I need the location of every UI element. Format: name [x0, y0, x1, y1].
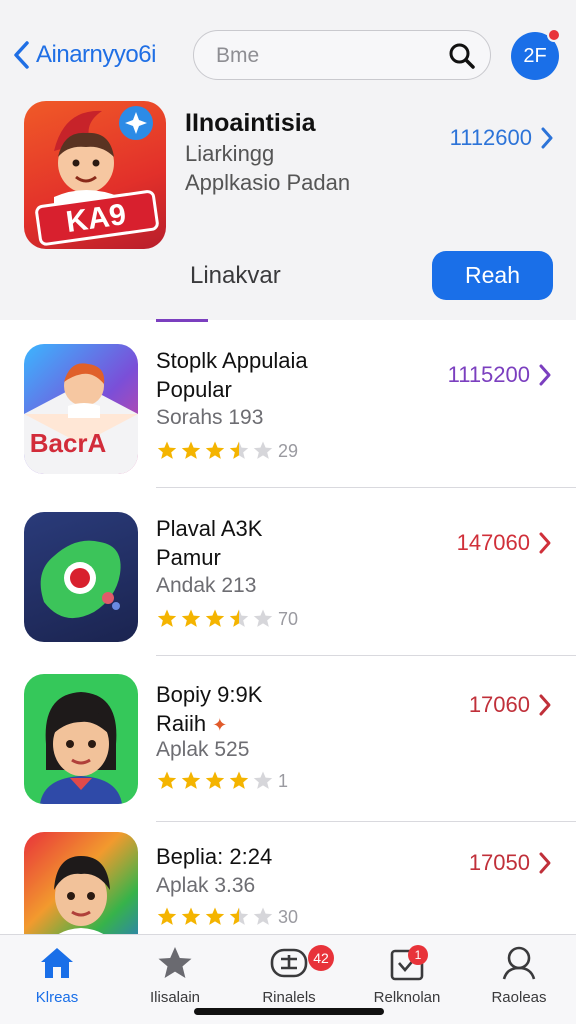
- home-indicator: [194, 1008, 384, 1015]
- back-button[interactable]: Ainarnyyo6i: [12, 40, 156, 70]
- profile-icon: [502, 946, 536, 980]
- app-name: Beplia: 2:24: [156, 844, 273, 869]
- search-placeholder: Bme: [216, 44, 260, 67]
- star-rating: 1: [156, 770, 288, 792]
- star-icon: [181, 907, 201, 925]
- rating-count: 29: [278, 440, 299, 461]
- search-icon: [449, 43, 475, 69]
- app-icon: BacrA: [24, 344, 138, 474]
- tab-label: Raoleas: [491, 989, 547, 1006]
- chevron-right-icon: [539, 694, 551, 716]
- home-icon: [41, 948, 73, 978]
- star-icon: [253, 441, 273, 459]
- tab-profile[interactable]: Raoleas: [464, 943, 574, 1006]
- list-item[interactable]: Beplia: 2:24 Aplak 3.36 30 17050: [0, 818, 576, 934]
- star-icon: [229, 441, 249, 459]
- star-icon: [205, 441, 225, 459]
- tab-label: Klreas: [35, 989, 79, 1006]
- tab-updates[interactable]: 42 Rinalels: [234, 943, 344, 1006]
- star-icon: [229, 609, 249, 627]
- price-value: 1115200: [447, 362, 530, 387]
- app-name: Stoplk Appulaia Popular: [156, 348, 308, 402]
- star-icon: [158, 947, 192, 978]
- star-icon: [205, 609, 225, 627]
- featured-app-category: Applkasio Padan: [185, 170, 351, 195]
- search-input[interactable]: Bme: [193, 30, 491, 80]
- app-icon: [24, 674, 138, 804]
- star-icon: [229, 771, 249, 789]
- app-price[interactable]: 147060: [457, 530, 552, 556]
- notification-dot: [547, 28, 561, 42]
- tab-label: Rinalels: [262, 989, 316, 1006]
- star-icon: [157, 907, 177, 925]
- price-value: 17050: [468, 850, 530, 875]
- star-icon: [181, 441, 201, 459]
- updates-icon: [270, 948, 308, 978]
- account-avatar[interactable]: 2F: [511, 28, 561, 80]
- app-meta: Aplak 525: [156, 738, 250, 761]
- featured-app-icon: KA9: [24, 101, 166, 249]
- star-rating: 70: [156, 608, 298, 630]
- list-item[interactable]: Plaval A3K Pamur Andak 213 70 147060: [0, 490, 576, 656]
- featured-app[interactable]: KA9 IInoaintisia Liarkingg Applkasio Pad…: [24, 101, 554, 251]
- badge: 42: [308, 945, 334, 971]
- featured-price-value: 1112600: [449, 125, 532, 150]
- app-name: Plaval A3K Pamur: [156, 516, 263, 570]
- chevron-right-icon: [541, 127, 553, 149]
- star-icon: [205, 771, 225, 789]
- featured-app-subtitle: Liarkingg: [185, 141, 275, 166]
- star-icon: [253, 609, 273, 627]
- back-label: Ainarnyyo6i: [36, 41, 156, 68]
- app-name: Bopiy 9:9K Raiih ✦: [156, 682, 263, 736]
- navigation-bar: Ainarnyyo6i Bme 2F: [0, 28, 576, 88]
- star-icon: [229, 907, 249, 925]
- app-price[interactable]: 17060: [469, 692, 552, 718]
- tab-downloads[interactable]: 1 Relknolan: [352, 943, 462, 1006]
- section-tab-label[interactable]: Linakvar: [190, 262, 281, 290]
- app-meta: Aplak 3.36: [156, 874, 256, 897]
- chevron-left-icon: [14, 41, 29, 69]
- star-icon: [157, 441, 177, 459]
- featured-app-price[interactable]: 1112600: [450, 125, 554, 151]
- chevron-right-icon: [539, 364, 551, 386]
- tab-label: Relknolan: [373, 989, 441, 1006]
- divider: [156, 487, 576, 488]
- chevron-right-icon: [539, 532, 551, 554]
- rating-count: 70: [278, 608, 299, 629]
- tab-home[interactable]: Klreas: [2, 943, 112, 1006]
- app-price[interactable]: 17050: [469, 850, 552, 876]
- app-price[interactable]: 1115200: [448, 362, 552, 388]
- list-item[interactable]: Bopiy 9:9K Raiih ✦ Aplak 525 1 17060: [0, 656, 576, 822]
- badge: 1: [408, 945, 428, 965]
- star-icon: [181, 771, 201, 789]
- app-meta: Sorahs 193: [156, 406, 264, 429]
- avatar-text: 2F: [523, 45, 547, 67]
- featured-app-title: IInoaintisia: [185, 109, 316, 137]
- price-value: 147060: [456, 530, 530, 555]
- tab-label: Ilisalain: [149, 989, 201, 1006]
- price-value: 17060: [468, 692, 530, 717]
- star-icon: [205, 907, 225, 925]
- star-icon: [157, 609, 177, 627]
- app-icon: [24, 512, 138, 642]
- chevron-right-icon: [539, 852, 551, 874]
- app-meta: Andak 213: [156, 574, 257, 597]
- star-rating: 30: [156, 906, 298, 928]
- app-icon-text: BacrA: [30, 428, 107, 458]
- star-icon: [157, 771, 177, 789]
- star-icon: [253, 907, 273, 925]
- list-item[interactable]: BacrA Stoplk Appulaia Popular Sorahs 193…: [0, 322, 576, 488]
- rating-count: 1: [278, 770, 289, 791]
- get-button[interactable]: Reah: [432, 251, 553, 300]
- star-icon: [253, 771, 273, 789]
- star-icon: [181, 609, 201, 627]
- tab-featured[interactable]: Ilisalain: [120, 943, 230, 1006]
- app-icon: [24, 832, 138, 934]
- rating-count: 30: [278, 906, 299, 927]
- star-rating: 29: [156, 440, 298, 462]
